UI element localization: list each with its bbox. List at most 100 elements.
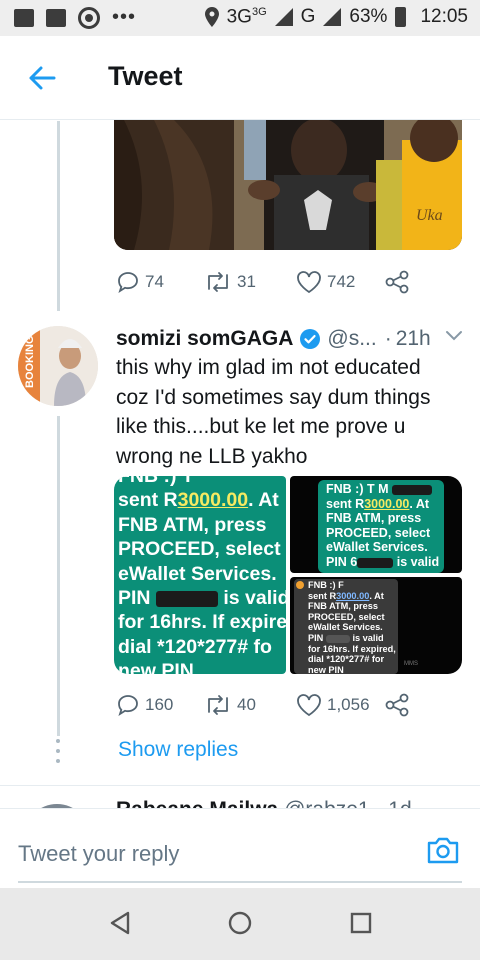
avatar-image: BOOKING: [18, 326, 98, 406]
nav-home-icon[interactable]: [228, 910, 252, 936]
sms-line: PROCEED, select: [326, 525, 431, 540]
signal-icon: [274, 8, 293, 27]
like-button[interactable]: 742: [296, 270, 384, 294]
sms-line: eWallet Services.: [118, 562, 277, 585]
reply-icon: [118, 272, 138, 294]
show-replies-link[interactable]: Show replies: [118, 738, 238, 762]
sms-line: FNB ATM, press: [118, 513, 267, 536]
sms-line: PIN is valid: [308, 632, 384, 643]
shirt-text: Uka: [416, 207, 443, 224]
reply-count: 74: [145, 272, 164, 291]
retweet-button[interactable]: 40: [204, 694, 296, 716]
retweet-count: 31: [237, 272, 256, 291]
reply-input[interactable]: Tweet your reply: [18, 841, 179, 867]
retweet-icon: [208, 695, 228, 715]
back-arrow-icon: [29, 66, 56, 90]
media-image-1[interactable]: FNB :) T sent R3000.00. At FNB ATM, pres…: [114, 476, 286, 674]
nav-recents-icon[interactable]: [349, 910, 373, 936]
reply-button[interactable]: 160: [116, 693, 204, 717]
display-name[interactable]: somizi somGAGA: [116, 327, 293, 351]
location-icon: [204, 7, 219, 28]
tweet-text-line: this why im glad im not educated: [116, 356, 421, 379]
sms-line: sent R3000.00. At: [118, 489, 279, 512]
camera-icon: [427, 837, 459, 864]
sms-line: PIN is valid: [118, 587, 286, 610]
chevron-down-icon[interactable]: [444, 329, 464, 343]
sms-line: eWallet Services.: [308, 622, 383, 633]
nav-back-icon[interactable]: [108, 910, 132, 936]
verified-badge-icon: [300, 329, 321, 349]
retweet-button[interactable]: 31: [204, 271, 296, 293]
tweet-text-line: coz I'd sometimes say dum things: [116, 385, 431, 409]
share-button[interactable]: [384, 270, 410, 294]
sms-line: FNB ATM, press: [326, 511, 422, 526]
user-handle[interactable]: @s...: [327, 327, 376, 351]
sms-line: FNB :) F: [308, 580, 344, 590]
system-nav-bar: [0, 888, 480, 960]
more-notifications-icon: •••: [112, 6, 137, 28]
reply-icon: [118, 695, 138, 717]
retweet-icon: [208, 272, 228, 292]
divider: [0, 785, 480, 786]
battery-icon: [395, 7, 407, 28]
sms-line: FNB ATM, press: [308, 601, 378, 612]
network-type: 3G3G: [226, 6, 267, 28]
like-count: 742: [327, 272, 356, 291]
heart-icon: [297, 271, 321, 294]
retweet-count: 40: [237, 695, 256, 714]
back-button[interactable]: [22, 60, 62, 96]
tweet-actions: 160 40 1,056: [116, 693, 410, 717]
reply-count: 160: [145, 695, 174, 714]
like-count: 1,056: [327, 695, 370, 714]
sms-line: sent R3000.00. At: [326, 496, 430, 511]
battery-percent: 63%: [349, 6, 388, 28]
separator-dot: ·: [384, 327, 392, 350]
tweet-header: somizi somGAGA @s... · 21h: [116, 325, 464, 353]
redaction: [155, 590, 218, 607]
heart-icon: [297, 694, 321, 717]
share-icon: [385, 270, 409, 294]
message-notification-icon: [46, 8, 66, 27]
chrome-icon: [78, 6, 100, 29]
like-button[interactable]: 1,056: [296, 693, 384, 717]
sms-line: sent R3000.00. At: [308, 590, 384, 601]
tweet-timestamp[interactable]: 21h: [396, 327, 431, 351]
avatar[interactable]: BOOKING: [18, 326, 98, 406]
status-bar: ••• 3G3G G 63% 12:05: [0, 0, 480, 36]
reply-input-underline: [18, 881, 462, 883]
sms-line: PROCEED, select: [118, 538, 281, 561]
app-header: Tweet: [0, 36, 480, 120]
avatar-text: BOOKING: [24, 335, 36, 388]
notification-icon: [14, 8, 34, 27]
sms-line: new PIN: [308, 664, 344, 674]
crowd-photo: Uka: [114, 120, 462, 250]
sms-line: dial *120*277# for: [308, 654, 385, 665]
media-image-3[interactable]: FNB :) F sent R3000.00. At FNB ATM, pres…: [290, 577, 462, 674]
reply-bar: Tweet your reply: [0, 808, 480, 888]
sms-line: PROCEED, select: [308, 611, 385, 622]
camera-button[interactable]: [426, 835, 460, 865]
tweet-media-image[interactable]: Uka: [114, 120, 462, 250]
page-title: Tweet: [108, 61, 183, 91]
signal-icon-2: [323, 8, 342, 27]
sms-line: eWallet Services.: [326, 540, 428, 555]
sms-line: for 16hrs. If expired,: [308, 643, 396, 654]
sms-line: PIN 6 is valid: [326, 554, 440, 569]
thread-line-lower: [57, 416, 60, 736]
tweet-text: this why im glad im not educated coz I'd…: [116, 353, 456, 471]
tweet-text-line: like this....but ke let me prove u: [116, 415, 406, 438]
thread-dots-icon: [52, 739, 64, 763]
mms-tag: MMS: [404, 661, 418, 667]
reply-button[interactable]: 74: [116, 270, 204, 294]
thread-line: [57, 121, 60, 311]
tweet-media-grid: FNB :) T sent R3000.00. At FNB ATM, pres…: [114, 476, 462, 674]
media-image-2[interactable]: FNB :) T M sent R3000.00. At FNB ATM, pr…: [290, 476, 462, 573]
tweet-actions-first: 74 31 742: [116, 270, 410, 294]
share-button[interactable]: [384, 693, 410, 717]
sms-line: dial *120*277# fo: [118, 635, 272, 658]
sms-line: FNB :) T: [118, 476, 194, 487]
tweet-text-line: wrong ne LLB yakho: [116, 444, 308, 468]
clock: 12:05: [420, 6, 468, 28]
notification-dot-icon: [296, 581, 304, 589]
sms-line: for 16hrs. If expire: [118, 611, 286, 634]
